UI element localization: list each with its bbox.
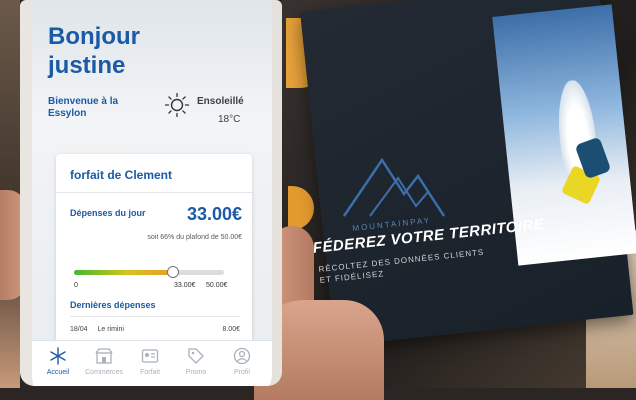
recent-spend-merchant: Le rimini <box>97 326 124 333</box>
tab-profil-label: Profil <box>234 369 250 376</box>
progress-min-label: 0 <box>74 282 78 289</box>
tab-accueil-label: Accueil <box>46 369 70 376</box>
card-title: forfait de Clement <box>70 168 173 182</box>
spend-progress-knob <box>167 266 179 278</box>
tab-profil[interactable]: Profil <box>220 347 264 376</box>
recent-spend-row[interactable]: 18/04 Le rimini 8.00€ <box>70 326 240 333</box>
mountainpay-logo <box>342 157 446 217</box>
snowflake-icon <box>50 347 66 365</box>
sun-icon <box>164 92 190 118</box>
pass-card[interactable]: forfait de Clement Dépenses du jour 33.0… <box>56 154 252 344</box>
pass-icon <box>141 349 159 363</box>
welcome-text: Bienvenue à la Essylon <box>48 96 119 119</box>
shop-icon <box>95 348 113 364</box>
spend-cap-note: soit 66% du plafond de 50.00€ <box>147 234 242 241</box>
greeting-title: Bonjour justine <box>48 23 140 79</box>
tab-forfait[interactable]: Forfait <box>128 347 172 376</box>
card-divider <box>56 192 252 193</box>
tab-promo[interactable]: Promo <box>174 347 218 376</box>
user-icon <box>233 347 251 365</box>
tab-commerces[interactable]: Commerces <box>82 347 126 376</box>
tab-forfait-label: Forfait <box>140 369 160 376</box>
app-screen: Bonjour justine Bienvenue à la Essylon E… <box>32 0 272 386</box>
recent-divider <box>70 316 240 317</box>
weather-label: Ensoleillé <box>197 96 244 107</box>
tab-accueil[interactable]: Accueil <box>36 347 80 376</box>
recent-spend-title: Dernières dépenses <box>70 300 156 310</box>
recent-spend-amount: 8.00€ <box>222 326 240 333</box>
progress-current-label: 33.00€ <box>174 282 196 289</box>
phone: Bonjour justine Bienvenue à la Essylon E… <box>20 0 282 386</box>
spend-progress-fill <box>74 270 173 275</box>
daily-spend-label: Dépenses du jour <box>70 208 146 218</box>
tab-promo-label: Promo <box>185 369 207 376</box>
weather-temperature: 18°C <box>218 114 241 125</box>
daily-spend-amount: 33.00€ <box>186 204 242 224</box>
progress-max-label: 50.00€ <box>206 282 228 289</box>
tag-icon <box>188 348 204 364</box>
spend-progress-bar <box>74 266 224 278</box>
bottom-tab-bar: Accueil Commerces Forfait Promo Profil <box>32 340 272 386</box>
tab-commerces-label: Commerces <box>85 369 123 376</box>
recent-spend-date: 18/04 <box>70 326 88 333</box>
